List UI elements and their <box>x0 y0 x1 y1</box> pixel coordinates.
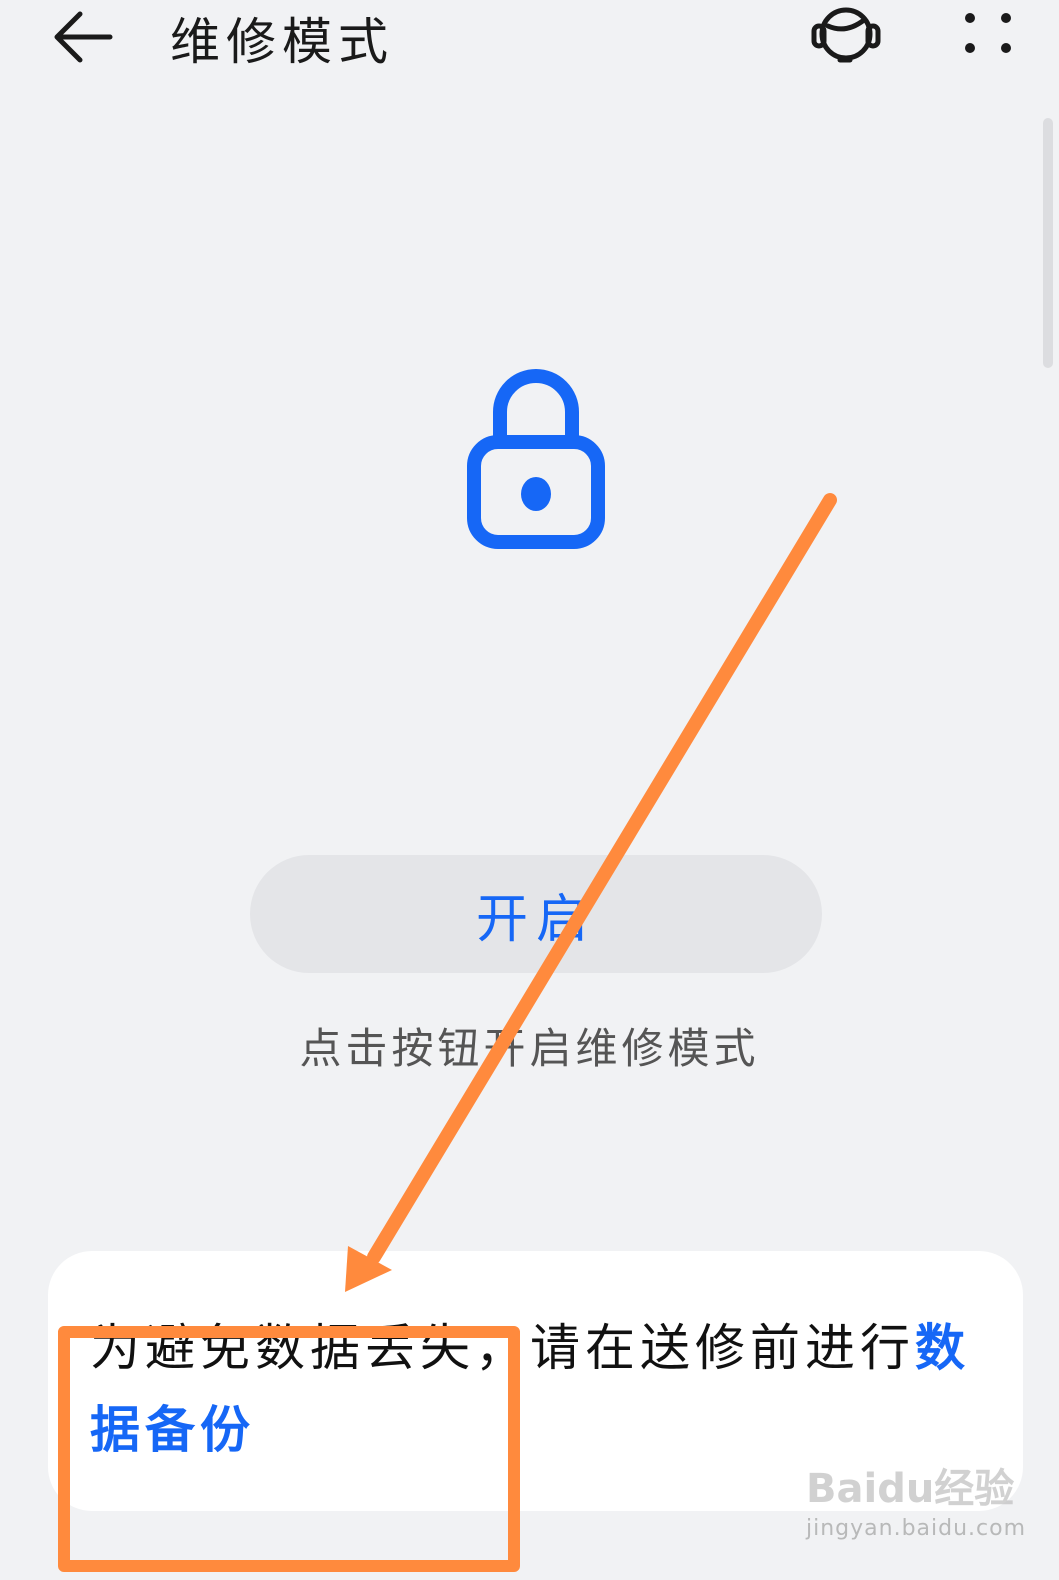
lock-illustration <box>463 366 609 556</box>
watermark-url: jingyan.baidu.com <box>806 1516 1027 1541</box>
enable-repair-mode-button[interactable]: 开启 <box>250 855 822 973</box>
enable-button-label: 开启 <box>475 889 596 950</box>
backup-notice-text: 为避免数据丢失，请在送修前进行数据备份 <box>90 1307 970 1471</box>
enable-hint-text: 点击按钮开启维修模式 <box>299 1024 760 1073</box>
customer-service-button[interactable] <box>806 0 886 70</box>
scrollbar[interactable] <box>1043 118 1053 368</box>
more-options-button[interactable] <box>954 6 1024 66</box>
notice-message: 为避免数据丢失，请在送修前进行 <box>90 1319 915 1377</box>
top-app-bar: 维修模式 <box>0 0 1059 100</box>
more-dots-icon <box>965 13 1011 53</box>
backup-notice-card: 为避免数据丢失，请在送修前进行数据备份 <box>48 1251 1023 1511</box>
arrow-left-icon <box>54 11 113 63</box>
page-title: 维修模式 <box>170 13 394 71</box>
lock-icon <box>467 369 605 549</box>
headset-icon <box>811 7 881 63</box>
back-button[interactable] <box>48 4 120 70</box>
